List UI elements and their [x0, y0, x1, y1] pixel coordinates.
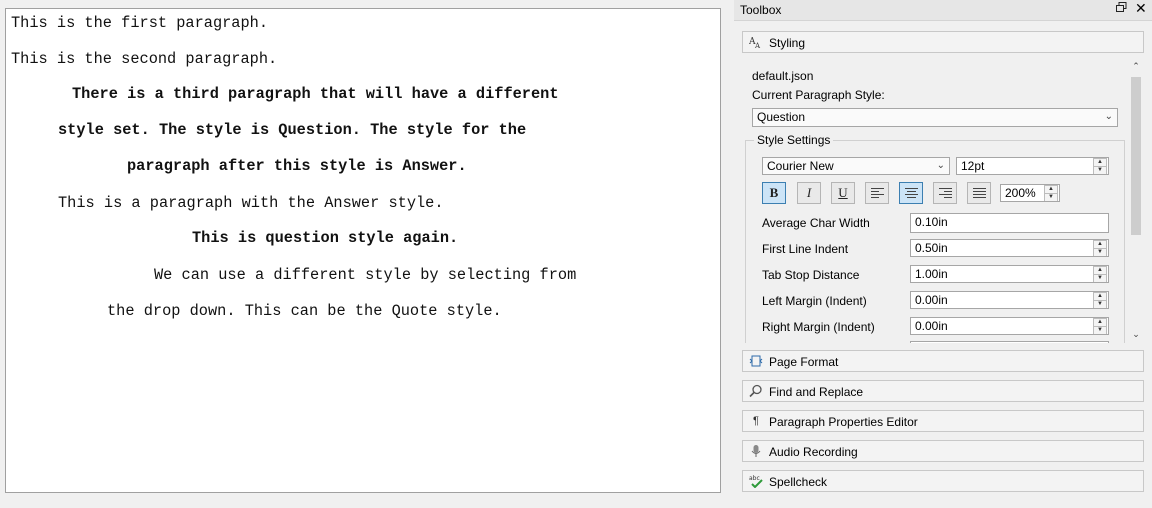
paragraph-3-line-1[interactable]: There is a third paragraph that will hav… [72, 85, 559, 103]
magnifier-icon [749, 384, 763, 398]
align-justify-icon [973, 188, 986, 199]
tab-stop-distance-spinner[interactable]: 1.00in ▲ ▼ [910, 265, 1109, 283]
styling-scrollbar[interactable]: ⌃ ⌄ [1129, 59, 1143, 341]
paragraph-6-line-2[interactable]: the drop down. This can be the Quote sty… [107, 302, 502, 320]
spellcheck-icon: abc [749, 474, 763, 489]
font-size-value: 12pt [961, 159, 985, 173]
current-style-value: Question [757, 110, 806, 124]
paragraph-6-line-1[interactable]: We can use a different style by selectin… [154, 266, 576, 284]
underline-label: U [838, 185, 848, 200]
setting-label: Tab Stop Distance [762, 268, 860, 282]
scroll-up-icon[interactable]: ⌃ [1131, 61, 1141, 71]
microphone-icon [749, 444, 763, 458]
underline-button[interactable]: U [831, 182, 855, 204]
align-right-icon [939, 188, 952, 199]
current-style-dropdown[interactable]: Question ⌄ [752, 108, 1118, 127]
spin-down-icon[interactable]: ▼ [1093, 248, 1107, 256]
audio-recording-section-button[interactable]: Audio Recording [742, 440, 1144, 462]
paragraph-3-line-3[interactable]: paragraph after this style is Answer. [127, 157, 467, 175]
svg-text:A: A [754, 42, 761, 49]
find-replace-label: Find and Replace [769, 385, 864, 399]
left-margin-spinner[interactable]: 0.00in ▲ ▼ [910, 291, 1109, 309]
audio-recording-label: Audio Recording [769, 445, 858, 459]
pilcrow-icon: ¶ [753, 415, 759, 427]
spin-down-icon[interactable]: ▼ [1093, 326, 1107, 334]
font-size-icon: AA [748, 35, 763, 50]
next-setting-input-partial[interactable] [910, 341, 1109, 343]
paragraph-3-line-2[interactable]: style set. The style is Question. The st… [58, 121, 526, 139]
italic-button[interactable]: I [797, 182, 821, 204]
setting-value: 0.10in [915, 215, 948, 229]
setting-value: 1.00in [915, 267, 948, 281]
paragraph-4[interactable]: This is a paragraph with the Answer styl… [58, 194, 444, 212]
setting-value: 0.00in [915, 293, 948, 307]
setting-value: 0.00in [915, 319, 948, 333]
toolbox-panel: Toolbox ✕ AA Styling default.json Curren… [734, 0, 1152, 508]
chevron-down-icon: ⌄ [1104, 111, 1113, 122]
font-size-spinner[interactable]: 12pt ▲ ▼ [956, 157, 1109, 175]
spin-down-icon[interactable]: ▼ [1044, 193, 1058, 201]
paragraph-1[interactable]: This is the first paragraph. [11, 14, 268, 32]
paragraph-5[interactable]: This is question style again. [192, 229, 458, 247]
scroll-down-icon[interactable]: ⌄ [1131, 329, 1141, 339]
align-center-button[interactable] [899, 182, 923, 204]
setting-label: First Line Indent [762, 242, 849, 256]
close-icon[interactable]: ✕ [1135, 0, 1147, 17]
setting-value: 0.50in [915, 241, 948, 255]
spellcheck-section-button[interactable]: abc Spellcheck [742, 470, 1144, 492]
font-family-value: Courier New [767, 159, 834, 173]
setting-label: Left Margin (Indent) [762, 294, 867, 308]
average-char-width-input[interactable]: 0.10in [910, 213, 1109, 233]
align-left-icon [871, 188, 884, 199]
align-justify-button[interactable] [967, 182, 991, 204]
right-margin-spinner[interactable]: 0.00in ▲ ▼ [910, 317, 1109, 335]
style-file-name: default.json [752, 69, 814, 83]
styling-section-button[interactable]: AA Styling [742, 31, 1144, 53]
font-family-dropdown[interactable]: Courier New ⌄ [762, 157, 950, 175]
paragraph-properties-section-button[interactable]: ¶ Paragraph Properties Editor [742, 410, 1144, 432]
spin-down-icon[interactable]: ▼ [1093, 166, 1107, 174]
find-replace-section-button[interactable]: Find and Replace [742, 380, 1144, 402]
setting-label: Average Char Width [762, 216, 870, 230]
document-editor[interactable]: This is the first paragraph. This is the… [5, 8, 721, 493]
align-left-button[interactable] [865, 182, 889, 204]
align-right-button[interactable] [933, 182, 957, 204]
styling-panel: default.json Current Paragraph Style: Qu… [742, 57, 1144, 343]
toolbox-title: Toolbox [740, 3, 782, 17]
scrollbar-thumb[interactable] [1131, 77, 1141, 235]
restore-icon[interactable] [1116, 2, 1127, 16]
toolbox-header: Toolbox ✕ [734, 0, 1152, 21]
align-center-icon [905, 188, 918, 199]
style-settings-title: Style Settings [754, 133, 834, 147]
styling-section-label: Styling [769, 36, 806, 50]
spellcheck-label: Spellcheck [769, 475, 828, 489]
page-format-section-button[interactable]: Page Format [742, 350, 1144, 372]
bold-button[interactable]: B [762, 182, 786, 204]
first-line-indent-spinner[interactable]: 0.50in ▲ ▼ [910, 239, 1109, 257]
bold-label: B [769, 185, 779, 200]
setting-label: Right Margin (Indent) [762, 320, 875, 334]
current-style-label: Current Paragraph Style: [752, 88, 885, 102]
svg-text:abc: abc [749, 475, 760, 482]
italic-label: I [806, 185, 812, 200]
chevron-down-icon: ⌄ [936, 160, 945, 171]
page-format-label: Page Format [769, 355, 839, 369]
paragraph-2[interactable]: This is the second paragraph. [11, 50, 277, 68]
spin-down-icon[interactable]: ▼ [1093, 300, 1107, 308]
spin-down-icon[interactable]: ▼ [1093, 274, 1107, 282]
line-spacing-value: 200% [1005, 186, 1036, 200]
page-format-icon [749, 354, 763, 368]
line-spacing-spinner[interactable]: 200% ▲ ▼ [1000, 184, 1060, 202]
paragraph-properties-label: Paragraph Properties Editor [769, 415, 918, 429]
